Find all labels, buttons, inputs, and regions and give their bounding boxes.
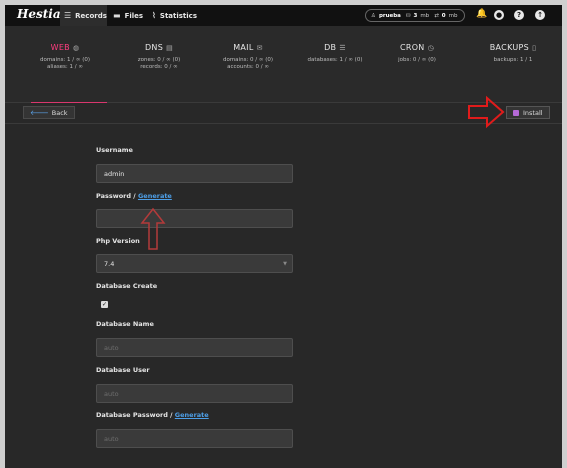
nav-records-label: Records: [75, 11, 107, 20]
tab-db-stat-1: databases: 1 / ∞ (0): [307, 57, 363, 63]
database-user-input[interactable]: auto: [96, 384, 293, 403]
database-create-checkbox[interactable]: ✓: [101, 301, 108, 308]
username-input[interactable]: admin: [96, 164, 293, 183]
hestia-logo[interactable]: Hestia: [17, 7, 61, 21]
tab-cron-title: CRON: [399, 43, 425, 52]
database-user-label: Database User: [96, 366, 150, 374]
help-icon[interactable]: ?: [514, 10, 524, 20]
password-input[interactable]: [96, 209, 293, 228]
toolbar: 🡐 Back Install: [5, 103, 562, 124]
tab-dns-stat-2: records: 0 / ∞: [140, 64, 178, 70]
install-button[interactable]: Install: [506, 106, 550, 119]
top-bar: Hestia ☰ Records ▬ Files ⌇ Statistics ♙ …: [5, 5, 562, 26]
tab-cron-stat-1: jobs: 0 / ∞ (0): [398, 57, 436, 63]
save-icon: [513, 109, 519, 116]
password-label-text: Password /: [96, 192, 138, 200]
nav-files[interactable]: ▬ Files: [113, 5, 143, 26]
tab-dns-stat-1: zones: 0 / ∞ (0): [137, 57, 181, 63]
tab-dns-title: DNS: [144, 43, 164, 52]
chevron-down-icon: ▼: [283, 261, 287, 267]
username-label: Username: [96, 146, 133, 154]
tab-backups-stat-1: backups: 1 / 1: [493, 57, 533, 63]
disk-usage: 3: [413, 12, 418, 19]
database-password-label: Database Password / Generate: [96, 411, 209, 419]
nav-statistics[interactable]: ⌇ Statistics: [152, 5, 197, 26]
back-button[interactable]: 🡐 Back: [23, 106, 75, 119]
bell-icon[interactable]: 🔔: [476, 9, 487, 19]
account-username: prueba: [378, 12, 401, 19]
list-icon: ☰: [64, 11, 72, 20]
tab-backups-title: BACKUPS: [489, 43, 530, 52]
php-version-select[interactable]: 7.4 ▼: [96, 254, 293, 273]
password-generate-link[interactable]: Generate: [138, 192, 172, 200]
disk-icon: ⛁: [405, 12, 411, 19]
bandwidth-icon: ⇄: [434, 12, 439, 19]
tab-web-title: WEB: [50, 43, 70, 52]
tab-web[interactable]: WEB ◍ domains: 1 / ∞ (0) aliases: 1 / ∞: [19, 26, 111, 104]
database-name-input[interactable]: auto: [96, 338, 293, 357]
tab-db-title: DB: [324, 43, 337, 52]
chart-icon: ⌇: [152, 11, 156, 20]
app-window: Hestia ☰ Records ▬ Files ⌇ Statistics ♙ …: [5, 5, 562, 468]
tab-mail-title: MAIL: [233, 43, 254, 52]
disk-unit: mb: [420, 12, 430, 19]
nav-statistics-label: Statistics: [159, 11, 197, 20]
bandwidth-unit: mb: [448, 12, 458, 19]
php-version-label: Php Version: [96, 237, 140, 245]
database-name-label: Database Name: [96, 320, 154, 328]
tab-mail-stat-1: domains: 0 / ∞ (0): [222, 57, 274, 63]
tab-web-stat-2: aliases: 1 / ∞: [47, 64, 83, 70]
php-version-value: 7.4: [104, 260, 115, 268]
database-icon: ☰: [339, 44, 346, 52]
account-badge[interactable]: ♙ prueba ⛁ 3 mb ⇄ 0 mb: [365, 9, 465, 22]
folder-icon: ▬: [113, 11, 121, 20]
tab-db[interactable]: DB ☰ databases: 1 / ∞ (0): [289, 26, 381, 103]
install-button-label: Install: [523, 108, 543, 117]
database-password-label-text: Database Password /: [96, 411, 175, 419]
tab-dns[interactable]: DNS ▤ zones: 0 / ∞ (0) records: 0 / ∞: [113, 26, 205, 103]
bandwidth-usage: 0: [441, 12, 446, 19]
user-icon[interactable]: ●: [494, 10, 504, 20]
clock-icon: ◷: [427, 44, 435, 52]
file-icon: ▯: [532, 44, 537, 52]
panel-tabs: WEB ◍ domains: 1 / ∞ (0) aliases: 1 / ∞ DN…: [5, 26, 562, 104]
globe-icon: ◍: [72, 44, 80, 52]
database-password-input[interactable]: auto: [96, 429, 293, 448]
mail-icon: ✉: [256, 44, 263, 52]
nav-records[interactable]: ☰ Records: [60, 5, 107, 26]
tab-cron[interactable]: CRON ◷ jobs: 0 / ∞ (0): [371, 26, 463, 103]
database-password-generate-link[interactable]: Generate: [175, 411, 209, 419]
list-icon: ▤: [166, 44, 174, 52]
arrow-left-icon: 🡐: [30, 109, 49, 117]
upload-icon[interactable]: ↑: [535, 10, 545, 20]
back-button-label: Back: [51, 108, 68, 117]
password-label: Password / Generate: [96, 192, 172, 200]
tab-mail-stat-2: accounts: 0 / ∞: [227, 64, 269, 70]
tab-mail[interactable]: MAIL ✉ domains: 0 / ∞ (0) accounts: 0 / ∞: [202, 26, 294, 103]
database-create-label: Database Create: [96, 282, 158, 290]
user-small-icon: ♙: [371, 12, 376, 19]
tab-backups[interactable]: BACKUPS ▯ backups: 1 / 1: [467, 26, 559, 103]
nav-files-label: Files: [124, 11, 144, 20]
tab-web-stat-1: domains: 1 / ∞ (0): [39, 57, 91, 63]
